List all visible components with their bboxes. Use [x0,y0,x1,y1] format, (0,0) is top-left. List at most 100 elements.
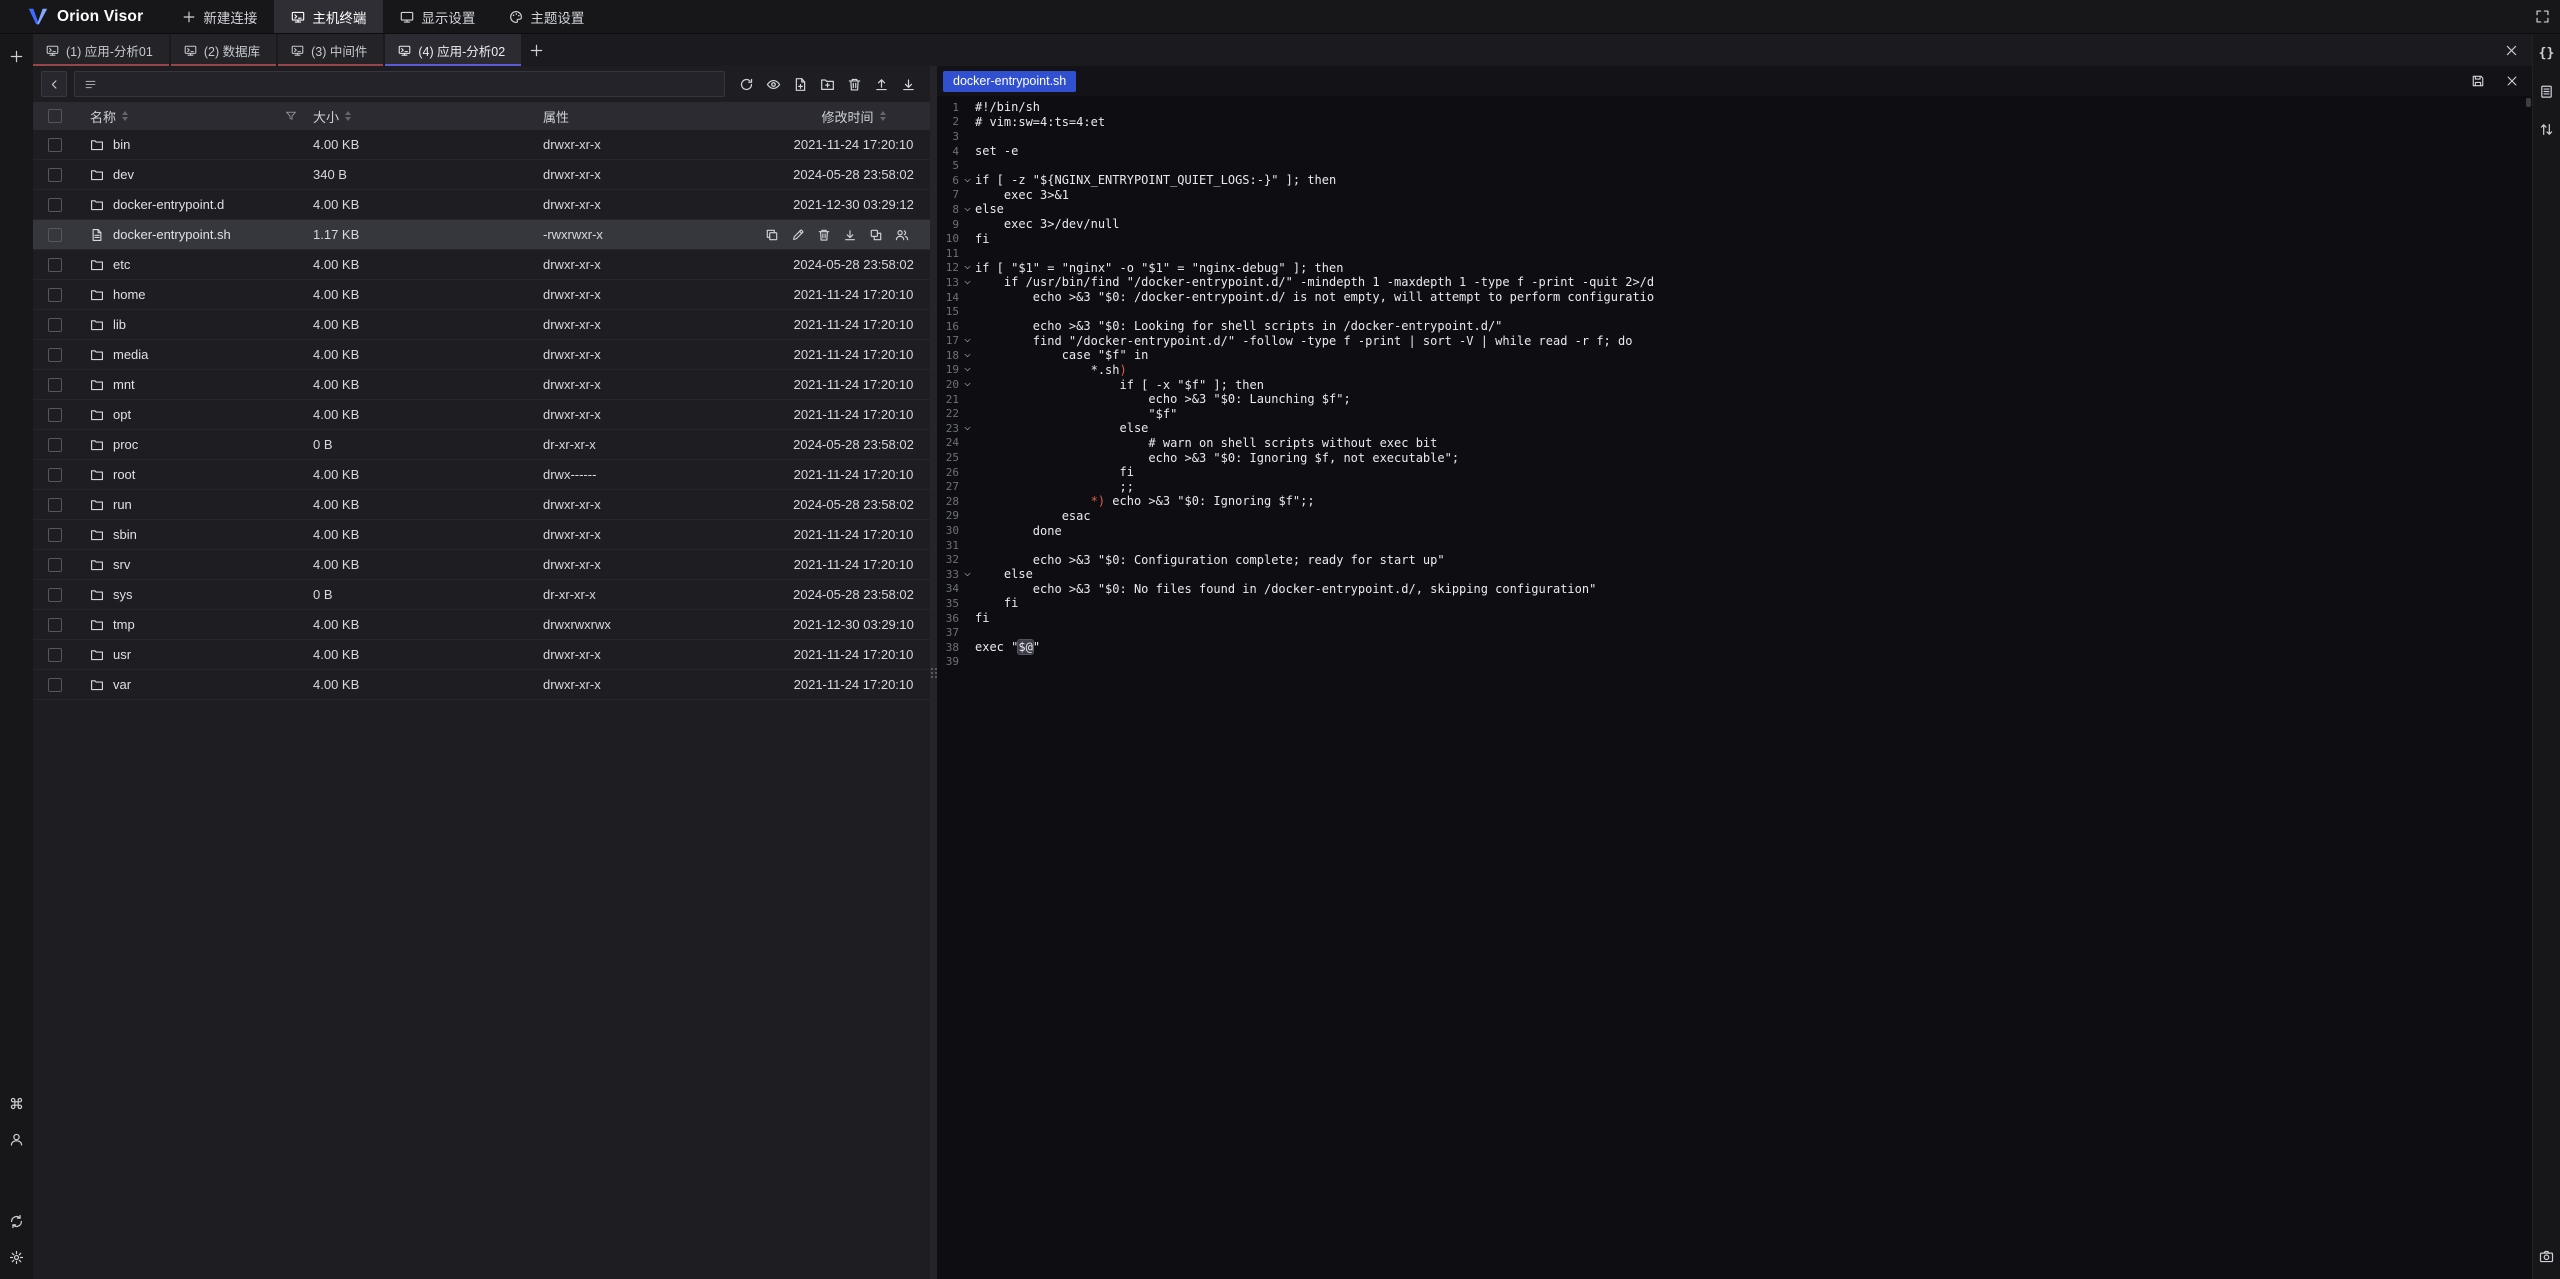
path-input[interactable] [104,77,715,92]
fold-icon[interactable] [959,263,975,272]
select-all-checkbox[interactable] [48,109,62,123]
code-line[interactable]: 21 echo >&3 "$0: Launching $f"; [937,392,2532,407]
code-line[interactable]: 23 else [937,421,2532,436]
code-line[interactable]: 9 exec 3>/dev/null [937,217,2532,232]
row-checkbox[interactable] [48,348,62,362]
row-checkbox[interactable] [48,678,62,692]
row-checkbox[interactable] [48,228,62,242]
terminal-tab[interactable]: (4) 应用-分析02 [385,34,521,66]
file-row[interactable]: mnt 4.00 KB drwxr-xr-x 2021-11-24 17:20:… [33,370,930,400]
code-line[interactable]: 8else [937,202,2532,217]
code-line[interactable]: 33 else [937,567,2532,582]
row-action-duplicate[interactable] [865,224,886,245]
user-button[interactable] [5,1127,29,1151]
row-action-edit[interactable] [787,224,808,245]
column-size[interactable]: 大小 [313,107,339,126]
refresh-button[interactable] [734,72,759,97]
fold-icon[interactable] [959,278,975,287]
filter-icon[interactable] [285,110,297,122]
row-checkbox[interactable] [48,258,62,272]
file-row[interactable]: lib 4.00 KB drwxr-xr-x 2021-11-24 17:20:… [33,310,930,340]
code-line[interactable]: 15 [937,304,2532,319]
row-checkbox[interactable] [48,318,62,332]
row-checkbox[interactable] [48,198,62,212]
terminal-tab[interactable]: (2) 数据库 [171,34,276,66]
braces-button[interactable]: {} [2536,42,2558,64]
code-line[interactable]: 12if [ "$1" = "nginx" -o "$1" = "nginx-d… [937,261,2532,276]
fold-icon[interactable] [959,380,975,389]
camera-button[interactable] [2536,1246,2558,1268]
row-checkbox[interactable] [48,288,62,302]
row-checkbox[interactable] [48,168,62,182]
code-line[interactable]: 29 esac [937,509,2532,524]
column-mtime[interactable]: 修改时间 [821,107,873,126]
sort-name-icon[interactable] [122,111,128,122]
file-row[interactable]: var 4.00 KB drwxr-xr-x 2021-11-24 17:20:… [33,670,930,700]
clipboard-button[interactable] [2536,80,2558,102]
back-button[interactable] [41,71,67,97]
new-tab-button[interactable] [5,44,29,68]
settings-button[interactable] [5,1245,29,1269]
code-line[interactable]: 28 *) echo >&3 "$0: Ignoring $f";; [937,494,2532,509]
code-line[interactable]: 20 if [ -x "$f" ]; then [937,377,2532,392]
file-row[interactable]: home 4.00 KB drwxr-xr-x 2021-11-24 17:20… [33,280,930,310]
download-button[interactable] [896,72,921,97]
file-row[interactable]: bin 4.00 KB drwxr-xr-x 2021-11-24 17:20:… [33,130,930,160]
row-checkbox[interactable] [48,408,62,422]
file-row[interactable]: root 4.00 KB drwx------ 2021-11-24 17:20… [33,460,930,490]
file-row[interactable]: srv 4.00 KB drwxr-xr-x 2021-11-24 17:20:… [33,550,930,580]
code-line[interactable]: 24 # warn on shell scripts without exec … [937,436,2532,451]
row-checkbox[interactable] [48,438,62,452]
file-row[interactable]: docker-entrypoint.d 4.00 KB drwxr-xr-x 2… [33,190,930,220]
code-line[interactable]: 38exec "$@" [937,640,2532,655]
file-plus-button[interactable] [788,72,813,97]
nav-item-display[interactable]: 显示设置 [383,0,492,33]
code-line[interactable]: 26 fi [937,465,2532,480]
sort-mtime-icon[interactable] [880,111,886,122]
nav-item-plus[interactable]: 新建连接 [165,0,274,33]
code-line[interactable]: 31 [937,538,2532,553]
fold-icon[interactable] [959,336,975,345]
file-row[interactable]: dev 340 B drwxr-xr-x 2024-05-28 23:58:02 [33,160,930,190]
code-line[interactable]: 30 done [937,523,2532,538]
save-button[interactable] [2468,71,2488,91]
column-name[interactable]: 名称 [90,107,116,126]
code-line[interactable]: 5 [937,158,2532,173]
row-action-permission[interactable] [891,224,912,245]
file-row[interactable]: opt 4.00 KB drwxr-xr-x 2021-11-24 17:20:… [33,400,930,430]
file-row[interactable]: tmp 4.00 KB drwxrwxrwx 2021-12-30 03:29:… [33,610,930,640]
code-line[interactable]: 19 *.sh) [937,363,2532,378]
row-checkbox[interactable] [48,528,62,542]
file-row[interactable]: usr 4.00 KB drwxr-xr-x 2021-11-24 17:20:… [33,640,930,670]
file-row[interactable]: proc 0 B dr-xr-xr-x 2024-05-28 23:58:02 [33,430,930,460]
code-line[interactable]: 3 [937,129,2532,144]
panel-resize-handle[interactable] [930,66,937,1279]
code-line[interactable]: 2# vim:sw=4:ts=4:et [937,115,2532,130]
code-line[interactable]: 27 ;; [937,479,2532,494]
code-line[interactable]: 7 exec 3>&1 [937,188,2532,203]
terminal-tab[interactable]: (3) 中间件 [278,34,383,66]
editor-close-button[interactable] [2502,71,2522,91]
code-line[interactable]: 6if [ -z "${NGINX_ENTRYPOINT_QUIET_LOGS:… [937,173,2532,188]
row-action-trash[interactable] [813,224,834,245]
fold-icon[interactable] [959,570,975,579]
code-editor[interactable]: 1#!/bin/sh2# vim:sw=4:ts=4:et34set -e56i… [937,96,2532,1279]
fold-icon[interactable] [959,351,975,360]
code-line[interactable]: 22 "$f" [937,406,2532,421]
sort-size-icon[interactable] [345,111,351,122]
swap-vertical-button[interactable] [2536,118,2558,140]
fold-icon[interactable] [959,176,975,185]
code-line[interactable]: 11 [937,246,2532,261]
row-checkbox[interactable] [48,558,62,572]
row-checkbox[interactable] [48,648,62,662]
file-row[interactable]: media 4.00 KB drwxr-xr-x 2021-11-24 17:2… [33,340,930,370]
row-checkbox[interactable] [48,588,62,602]
row-checkbox[interactable] [48,378,62,392]
file-row[interactable]: sbin 4.00 KB drwxr-xr-x 2021-11-24 17:20… [33,520,930,550]
eye-button[interactable] [761,72,786,97]
code-line[interactable]: 25 echo >&3 "$0: Ignoring $f, not execut… [937,450,2532,465]
file-row[interactable]: run 4.00 KB drwxr-xr-x 2024-05-28 23:58:… [33,490,930,520]
sync-button[interactable] [5,1209,29,1233]
file-row[interactable]: etc 4.00 KB drwxr-xr-x 2024-05-28 23:58:… [33,250,930,280]
code-line[interactable]: 13 if /usr/bin/find "/docker-entrypoint.… [937,275,2532,290]
